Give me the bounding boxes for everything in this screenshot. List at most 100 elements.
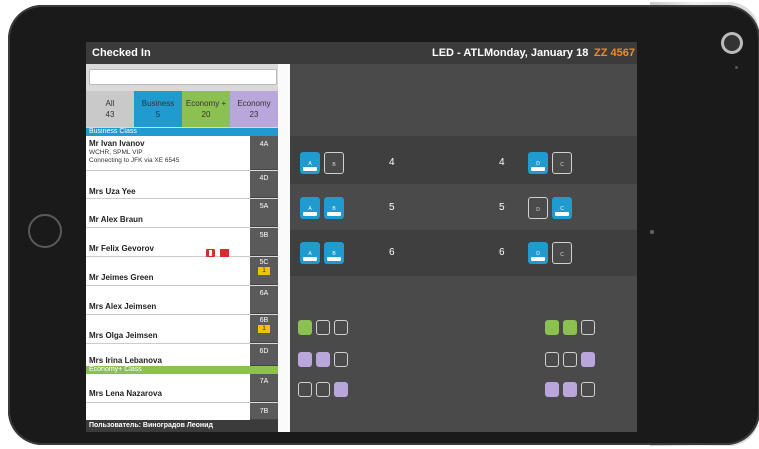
seat-empty[interactable]: [581, 320, 595, 335]
filter-economy-plus[interactable]: Economy + 20: [182, 91, 230, 127]
seat-empty[interactable]: [334, 352, 348, 367]
seat-empty[interactable]: [581, 382, 595, 397]
passenger-name: Mrs Lena Nazarova: [89, 389, 162, 398]
section-economy-plus: Economy+ Class: [86, 366, 281, 374]
row-number: 6: [499, 247, 505, 258]
passenger-row[interactable]: Mr Jeimes Green: [86, 257, 250, 286]
seat-empty[interactable]: [563, 352, 577, 367]
seat-empty[interactable]: C: [552, 152, 572, 174]
page-title: Checked In: [92, 47, 151, 59]
filter-count: 20: [201, 110, 211, 119]
passenger-row[interactable]: Mrs Uza Yee: [86, 171, 250, 199]
seat-occupied[interactable]: A: [300, 152, 320, 174]
filter-all[interactable]: All 43: [86, 91, 134, 127]
search-input[interactable]: [89, 69, 277, 85]
passenger-row[interactable]: Mrs Irina Lebanova: [86, 344, 250, 367]
seat-occupied[interactable]: A: [300, 197, 320, 219]
seat-empty[interactable]: B: [324, 152, 344, 174]
seat-occupied[interactable]: [334, 382, 348, 397]
passenger-row[interactable]: Mrs Alex Jeimsen: [86, 286, 250, 315]
seat-occupied[interactable]: [545, 382, 559, 397]
seat-cell: 4A: [250, 136, 278, 170]
row-number: 5: [389, 202, 395, 213]
seat-label: 5C: [259, 259, 269, 266]
seat-empty[interactable]: [334, 320, 348, 335]
passenger-name: Mrs Alex Jeimsen: [89, 302, 157, 311]
seat-cell: 5A: [250, 199, 278, 227]
filter-count: 5: [155, 110, 161, 119]
passenger-name: Mrs Uza Yee: [89, 187, 136, 196]
passenger-row[interactable]: Mr Alex Braun: [86, 199, 250, 228]
row-number: 4: [389, 157, 395, 168]
seat-cell: 6A: [250, 286, 278, 314]
seat-occupied[interactable]: [298, 352, 312, 367]
seat-empty[interactable]: C: [552, 242, 572, 264]
filter-economy[interactable]: Economy 23: [230, 91, 278, 127]
passenger-name: Mr Felix Gevorov: [89, 244, 154, 253]
bag-count-badge: 1: [258, 267, 270, 275]
filter-business[interactable]: Business 5: [134, 91, 182, 127]
app-screen: Checked In LED - ATL Monday, January 18 …: [86, 42, 637, 432]
passenger-name: Mr Alex Braun: [89, 215, 143, 224]
sensor-dot: [735, 66, 738, 69]
seat-empty[interactable]: [298, 382, 312, 397]
seat-occupied[interactable]: [563, 382, 577, 397]
seat-empty[interactable]: [316, 320, 330, 335]
row-number: 4: [499, 157, 505, 168]
seat-empty[interactable]: [316, 382, 330, 397]
seat-occupied[interactable]: B: [324, 242, 344, 264]
date-label: Monday, January 18: [484, 47, 589, 59]
seat-empty[interactable]: [545, 352, 559, 367]
filter-label: Business: [141, 99, 175, 108]
row-number: 5: [499, 202, 505, 213]
passenger-name: Mrs Olga Jeimsen: [89, 331, 158, 340]
seat-cell: 6D: [250, 344, 278, 366]
passenger-row[interactable]: Mrs Olga Jeimsen: [86, 315, 250, 344]
seat-occupied[interactable]: C: [552, 197, 572, 219]
seat-empty[interactable]: D: [528, 197, 548, 219]
passenger-row[interactable]: [86, 403, 250, 421]
top-bar: Checked In LED - ATL Monday, January 18 …: [86, 42, 637, 64]
passenger-panel: All 43 Business 5 Economy + 20 Economy 23 Bu…: [86, 64, 281, 421]
filter-label: Economy +: [185, 99, 227, 108]
seat-cell: 7A: [250, 374, 278, 402]
seat-occupied[interactable]: B: [324, 197, 344, 219]
user-footer: Пользователь: Виноградов Леонид: [86, 420, 281, 432]
flight-number: ZZ 4567: [594, 47, 635, 59]
seat-cell: 7B: [250, 403, 278, 420]
seat-occupied[interactable]: [298, 320, 312, 335]
gift-icon: [220, 249, 229, 257]
seat-map: A B 4 4 D C A B 5 5 D C A B 6 6 D C: [290, 64, 637, 432]
seat-label: 6B: [259, 317, 269, 324]
camera-icon: [724, 35, 740, 51]
panel-divider: [278, 64, 290, 432]
seat-cell: 5C 1: [250, 257, 278, 285]
filter-label: Economy: [237, 99, 271, 108]
medical-icon: [206, 249, 215, 257]
passenger-ssr: WCHR, SPML VIP: [89, 149, 143, 156]
seat-cell: 5B: [250, 228, 278, 256]
seat-occupied[interactable]: D: [528, 152, 548, 174]
passenger-row[interactable]: Mr Ivan Ivanov WCHR, SPML VIP Connecting…: [86, 136, 250, 171]
class-filter-tabs: All 43 Business 5 Economy + 20 Economy 23: [86, 91, 278, 127]
seat-occupied[interactable]: [563, 320, 577, 335]
seat-occupied[interactable]: [581, 352, 595, 367]
seat-cell: 6B 1: [250, 315, 278, 343]
passenger-connection: Connecting to JFK via XE 6545: [89, 157, 180, 164]
side-dot: [650, 230, 654, 234]
passenger-row[interactable]: Mrs Lena Nazarova: [86, 374, 250, 403]
passenger-name: Mr Ivan Ivanov: [89, 139, 145, 148]
home-button[interactable]: [28, 214, 62, 248]
route-label: LED - ATL: [432, 47, 484, 59]
section-business: Business Class: [86, 128, 281, 136]
filter-label: All: [105, 99, 115, 108]
seat-occupied[interactable]: A: [300, 242, 320, 264]
seat-occupied[interactable]: [545, 320, 559, 335]
passenger-name: Mrs Irina Lebanova: [89, 356, 162, 365]
seat-cell: 4D: [250, 171, 278, 198]
seat-occupied[interactable]: [316, 352, 330, 367]
filter-count: 43: [105, 110, 115, 119]
passenger-name: Mr Jeimes Green: [89, 273, 154, 282]
seat-occupied[interactable]: D: [528, 242, 548, 264]
row-number: 6: [389, 247, 395, 258]
